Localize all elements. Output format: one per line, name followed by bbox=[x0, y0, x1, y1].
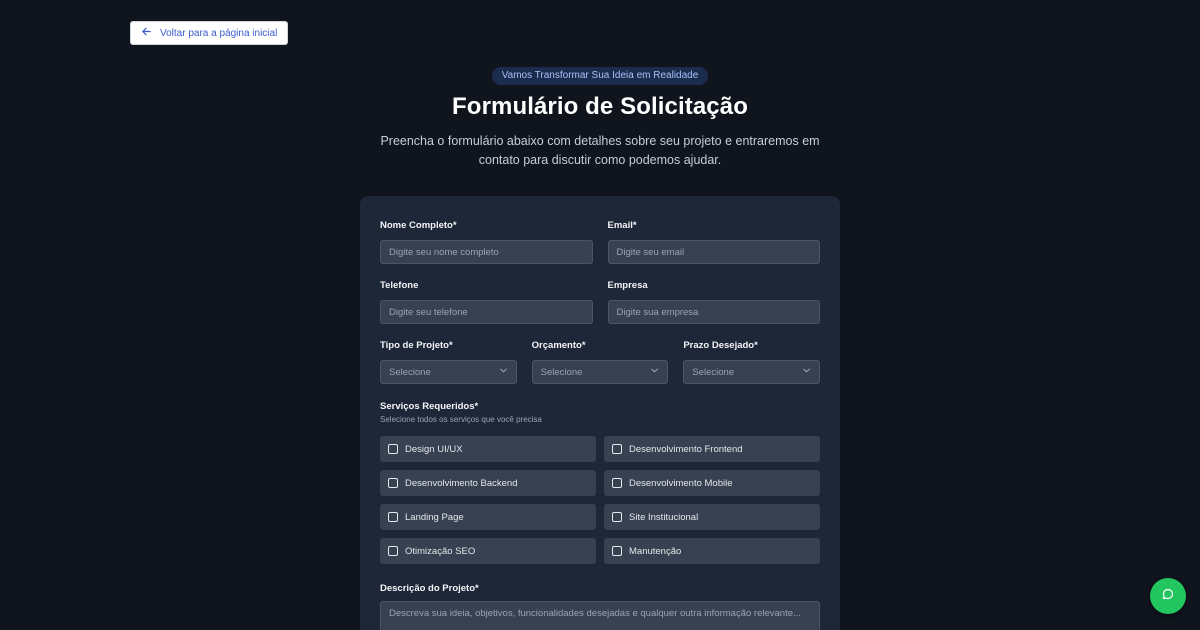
service-checkbox[interactable] bbox=[612, 444, 622, 454]
arrow-left-icon bbox=[141, 26, 152, 40]
project-type-value: Selecione bbox=[389, 366, 431, 378]
description-label: Descrição do Projeto* bbox=[380, 583, 479, 594]
service-option-frontend[interactable]: Desenvolvimento Frontend bbox=[604, 436, 820, 462]
company-input[interactable]: Digite sua empresa bbox=[607, 300, 820, 324]
services-label: Serviços Requeridos* bbox=[380, 401, 479, 412]
chevron-down-icon bbox=[802, 366, 811, 378]
services-hint: Selecione todos os serviços que você pre… bbox=[380, 415, 542, 424]
chat-bubble-icon bbox=[1162, 587, 1174, 605]
service-checkbox[interactable] bbox=[388, 478, 398, 488]
hero-badge: Vamos Transformar Sua Ideia em Realidade bbox=[491, 67, 709, 85]
back-to-home-label: Voltar para a página inicial bbox=[160, 27, 278, 39]
project-type-label: Tipo de Projeto* bbox=[380, 340, 453, 351]
phone-input[interactable]: Digite seu telefone bbox=[380, 300, 593, 324]
service-label: Desenvolvimento Mobile bbox=[629, 477, 733, 489]
row-selects: Tipo de Projeto* Selecione Orçamento* Se… bbox=[380, 340, 821, 384]
budget-select[interactable]: Selecione bbox=[531, 360, 669, 384]
service-option-seo[interactable]: Otimização SEO bbox=[380, 538, 596, 564]
phone-field-group: Telefone Digite seu telefone bbox=[380, 280, 593, 324]
page-title: Formulário de Solicitação bbox=[452, 93, 748, 120]
request-form: Nome Completo* Digite seu nome completo … bbox=[360, 196, 840, 630]
row-name-email: Nome Completo* Digite seu nome completo … bbox=[380, 220, 820, 264]
service-checkbox[interactable] bbox=[388, 512, 398, 522]
service-option-landing-page[interactable]: Landing Page bbox=[380, 504, 596, 530]
service-checkbox[interactable] bbox=[612, 512, 622, 522]
chevron-down-icon bbox=[650, 366, 659, 378]
service-checkbox[interactable] bbox=[612, 478, 622, 488]
email-label: Email* bbox=[607, 220, 637, 231]
row-phone-company: Telefone Digite seu telefone Empresa Dig… bbox=[380, 280, 820, 324]
company-field-group: Empresa Digite sua empresa bbox=[607, 280, 820, 324]
service-option-manutencao[interactable]: Manutenção bbox=[604, 538, 820, 564]
description-textarea[interactable]: Descreva sua ideia, objetivos, funcional… bbox=[380, 601, 820, 630]
company-label: Empresa bbox=[607, 280, 648, 291]
deadline-label: Prazo Desejado* bbox=[683, 340, 758, 351]
back-to-home-button[interactable]: Voltar para a página inicial bbox=[130, 21, 289, 45]
deadline-field-group: Prazo Desejado* Selecione bbox=[683, 340, 821, 384]
deadline-select[interactable]: Selecione bbox=[683, 360, 821, 384]
name-field-group: Nome Completo* Digite seu nome completo bbox=[380, 220, 593, 264]
budget-field-group: Orçamento* Selecione bbox=[531, 340, 669, 384]
service-option-backend[interactable]: Desenvolvimento Backend bbox=[380, 470, 596, 496]
chat-button[interactable] bbox=[1150, 578, 1186, 614]
service-label: Site Institucional bbox=[629, 511, 699, 523]
page: Voltar para a página inicial Vamos Trans… bbox=[0, 0, 1200, 630]
budget-label: Orçamento* bbox=[531, 340, 586, 351]
chevron-down-icon bbox=[499, 366, 508, 378]
deadline-value: Selecione bbox=[692, 366, 735, 378]
page-subtitle: Preencha o formulário abaixo com detalhe… bbox=[380, 134, 820, 167]
service-label: Design UI/UX bbox=[405, 443, 463, 455]
service-label: Desenvolvimento Backend bbox=[405, 477, 518, 489]
services-grid: Design UI/UX Desenvolvimento Frontend De… bbox=[380, 436, 820, 564]
service-label: Landing Page bbox=[405, 511, 464, 523]
service-option-site-institucional[interactable]: Site Institucional bbox=[604, 504, 820, 530]
name-input[interactable]: Digite seu nome completo bbox=[380, 240, 593, 264]
email-field-group: Email* Digite seu email bbox=[607, 220, 820, 264]
name-label: Nome Completo* bbox=[380, 220, 457, 231]
hero: Vamos Transformar Sua Ideia em Realidade… bbox=[0, 65, 1200, 170]
service-label: Desenvolvimento Frontend bbox=[629, 443, 743, 455]
service-option-mobile[interactable]: Desenvolvimento Mobile bbox=[604, 470, 820, 496]
budget-value: Selecione bbox=[540, 366, 583, 378]
service-option-design-ui-ux[interactable]: Design UI/UX bbox=[380, 436, 596, 462]
service-checkbox[interactable] bbox=[388, 444, 398, 454]
service-checkbox[interactable] bbox=[388, 546, 398, 556]
project-type-select[interactable]: Selecione bbox=[380, 360, 517, 384]
project-type-field-group: Tipo de Projeto* Selecione bbox=[380, 340, 517, 384]
phone-label: Telefone bbox=[380, 280, 419, 291]
service-checkbox[interactable] bbox=[612, 546, 622, 556]
service-label: Manutenção bbox=[629, 545, 682, 557]
service-label: Otimização SEO bbox=[405, 545, 476, 557]
email-input[interactable]: Digite seu email bbox=[607, 240, 820, 264]
